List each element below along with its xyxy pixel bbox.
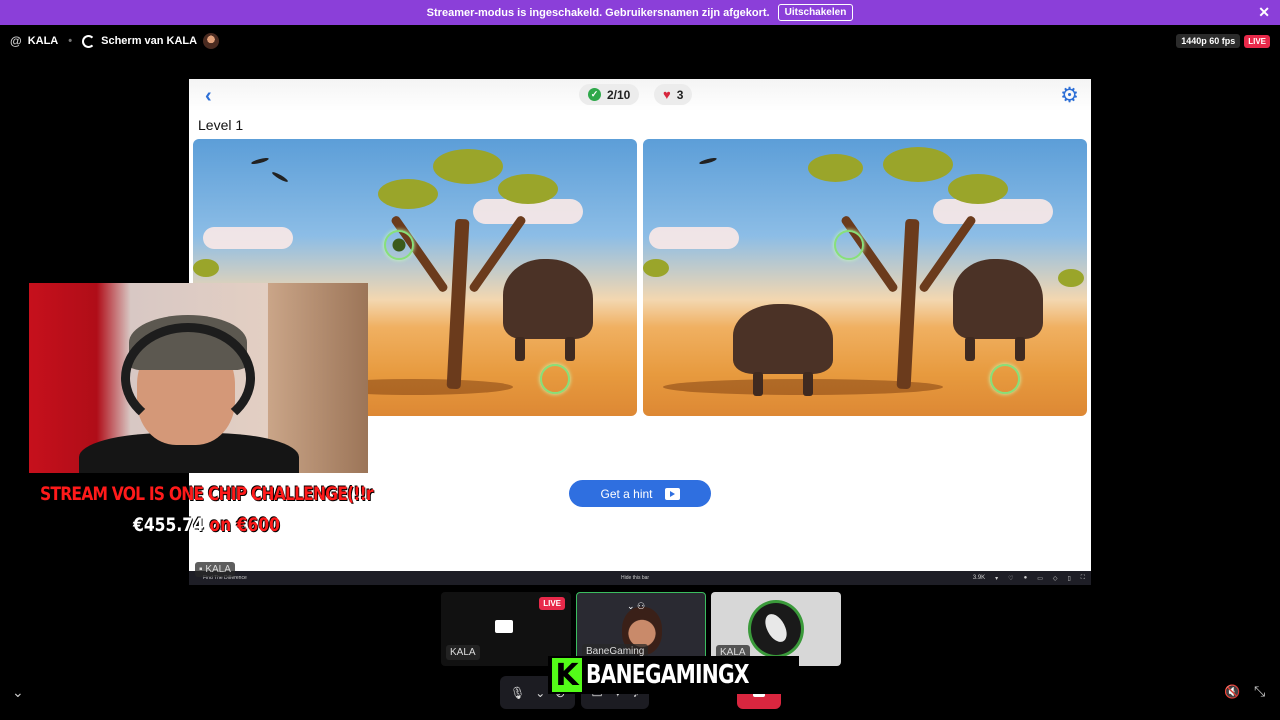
game-taskbar: Find The Difference Hide this bar 3.9K ▾… (189, 571, 1091, 585)
dislike-icon[interactable]: ▾ (995, 575, 998, 582)
tree-trunk (446, 218, 470, 390)
kick-brand-overlay: K BANEGAMINGX (548, 656, 799, 694)
live-badge: LIVE (1244, 34, 1270, 48)
elephant (733, 304, 833, 396)
headphones (121, 323, 255, 433)
likes-count[interactable]: 3.9K (973, 575, 985, 582)
record-icon[interactable]: ● (1024, 575, 1028, 582)
screen-owner-label: Scherm van KALA (101, 35, 198, 47)
screen-share-icon (82, 34, 96, 48)
goal-separator: on (203, 514, 237, 536)
speaker-muted-icon[interactable]: 🔇 (1224, 684, 1240, 700)
found-difference-marker (384, 230, 414, 260)
right-scene-image[interactable] (643, 139, 1087, 416)
main-stream-name-tag: ▪ KALA (195, 562, 235, 577)
game-top-bar: ‹ ✓ 2/10 ♥ 3 ⚙ (189, 79, 1091, 111)
webcam-overlay (29, 283, 368, 473)
lives-value: 3 (676, 87, 684, 102)
separator-dot: • (68, 35, 73, 47)
cloud (649, 227, 739, 249)
lives-pill: ♥ 3 (654, 84, 693, 105)
bird (250, 156, 270, 166)
donation-goal-text: €455.74 on €600 (133, 514, 280, 536)
elephant (953, 259, 1043, 361)
monitor-icon (495, 620, 513, 633)
heart-icon: ♥ (663, 87, 671, 102)
elephant-leg (1015, 337, 1025, 361)
cloud (203, 227, 293, 249)
elephant-leg (965, 337, 975, 361)
taskbar-actions: 3.9K ▾ ♡ ● ▭ ◇ ▯ ⛶ (973, 575, 1085, 582)
tree-foliage (433, 149, 503, 184)
found-difference-marker (990, 364, 1020, 394)
share-icon[interactable]: ◇ (1053, 575, 1058, 582)
at-icon: @ (10, 34, 22, 48)
tree-foliage (883, 147, 953, 182)
header-left: @ KALA • Scherm van KALA (0, 33, 220, 49)
avatar (748, 600, 804, 658)
check-icon: ✓ (588, 88, 601, 101)
streamer-mode-message: Streamer-modus is ingeschakeld. Gebruike… (426, 6, 770, 19)
hide-bar-button[interactable]: Hide this bar (621, 575, 649, 581)
bush (193, 259, 219, 277)
chevron-down-icon[interactable]: ⌄ (12, 684, 24, 701)
tree-foliage (378, 179, 438, 209)
bush (1058, 269, 1084, 287)
participant-tile-kala[interactable]: KALA (711, 592, 841, 666)
tile-name-tag: KALA (446, 645, 480, 660)
video-ad-icon (664, 487, 680, 500)
chevron-down-icon[interactable]: ⌄ ⚇ (627, 601, 645, 612)
bush (643, 259, 669, 277)
name-tag-label: KALA (205, 564, 231, 575)
get-hint-button[interactable]: Get a hint (569, 480, 711, 507)
found-difference-marker (834, 230, 864, 260)
fullscreen-icon[interactable]: ⛶ (1081, 575, 1085, 582)
bird (271, 170, 289, 184)
participant-tile-banegaming[interactable]: ⌄ ⚇ BaneGaming (576, 592, 706, 666)
score-pill: ✓ 2/10 (579, 84, 640, 105)
close-icon[interactable]: ✕ (1258, 4, 1270, 21)
brand-name: BANEGAMINGX (586, 660, 750, 690)
kick-logo-icon: K (552, 658, 582, 693)
discord-stream-window: Streamer-modus is ingeschakeld. Gebruike… (0, 0, 1280, 720)
found-difference-marker (540, 364, 570, 394)
channel-name[interactable]: KALA (28, 35, 59, 47)
tree-foliage (808, 154, 863, 182)
disable-streamer-mode-button[interactable]: Uitschakelen (777, 4, 854, 21)
elephant-leg (565, 337, 575, 361)
challenge-overlay-text: STREAM VOL IS ONE CHIP CHALLENGE(!!r (40, 483, 374, 505)
tree-foliage (498, 174, 558, 204)
stream-header: @ KALA • Scherm van KALA 1440p 60 fps LI… (0, 28, 1280, 54)
header-right: 1440p 60 fps LIVE (1176, 34, 1270, 48)
back-arrow-icon[interactable]: ‹ (205, 85, 212, 108)
cloud (933, 199, 1053, 224)
streamer-mode-banner: Streamer-modus is ingeschakeld. Gebruike… (0, 0, 1280, 25)
comment-icon[interactable]: ▭ (1037, 575, 1043, 582)
chevron-down-icon[interactable]: ⌄ (535, 686, 545, 700)
tree-trunk (896, 218, 920, 390)
avatar (203, 33, 220, 49)
score-value: 2/10 (607, 87, 631, 102)
elephant-leg (515, 337, 525, 361)
device-icon[interactable]: ▯ (1067, 575, 1070, 582)
bird (698, 156, 718, 166)
live-badge: LIVE (539, 597, 565, 610)
level-title: Level 1 (198, 117, 244, 133)
goal-current: €455.74 (133, 514, 204, 536)
exit-fullscreen-icon[interactable]: ⤡ (1254, 683, 1265, 700)
favorite-icon[interactable]: ♡ (1008, 575, 1013, 582)
goal-target: €600 (236, 514, 280, 536)
stream-quality-badge: 1440p 60 fps (1176, 34, 1241, 48)
gear-icon[interactable]: ⚙ (1060, 83, 1079, 108)
get-hint-label: Get a hint (600, 486, 653, 501)
tree-foliage (948, 174, 1008, 204)
elephant-leg (753, 372, 763, 396)
microphone-icon[interactable]: 🎙 (510, 686, 525, 700)
elephant-leg (803, 372, 813, 396)
participant-tile-screen[interactable]: LIVE KALA (441, 592, 571, 666)
elephant (503, 259, 593, 361)
